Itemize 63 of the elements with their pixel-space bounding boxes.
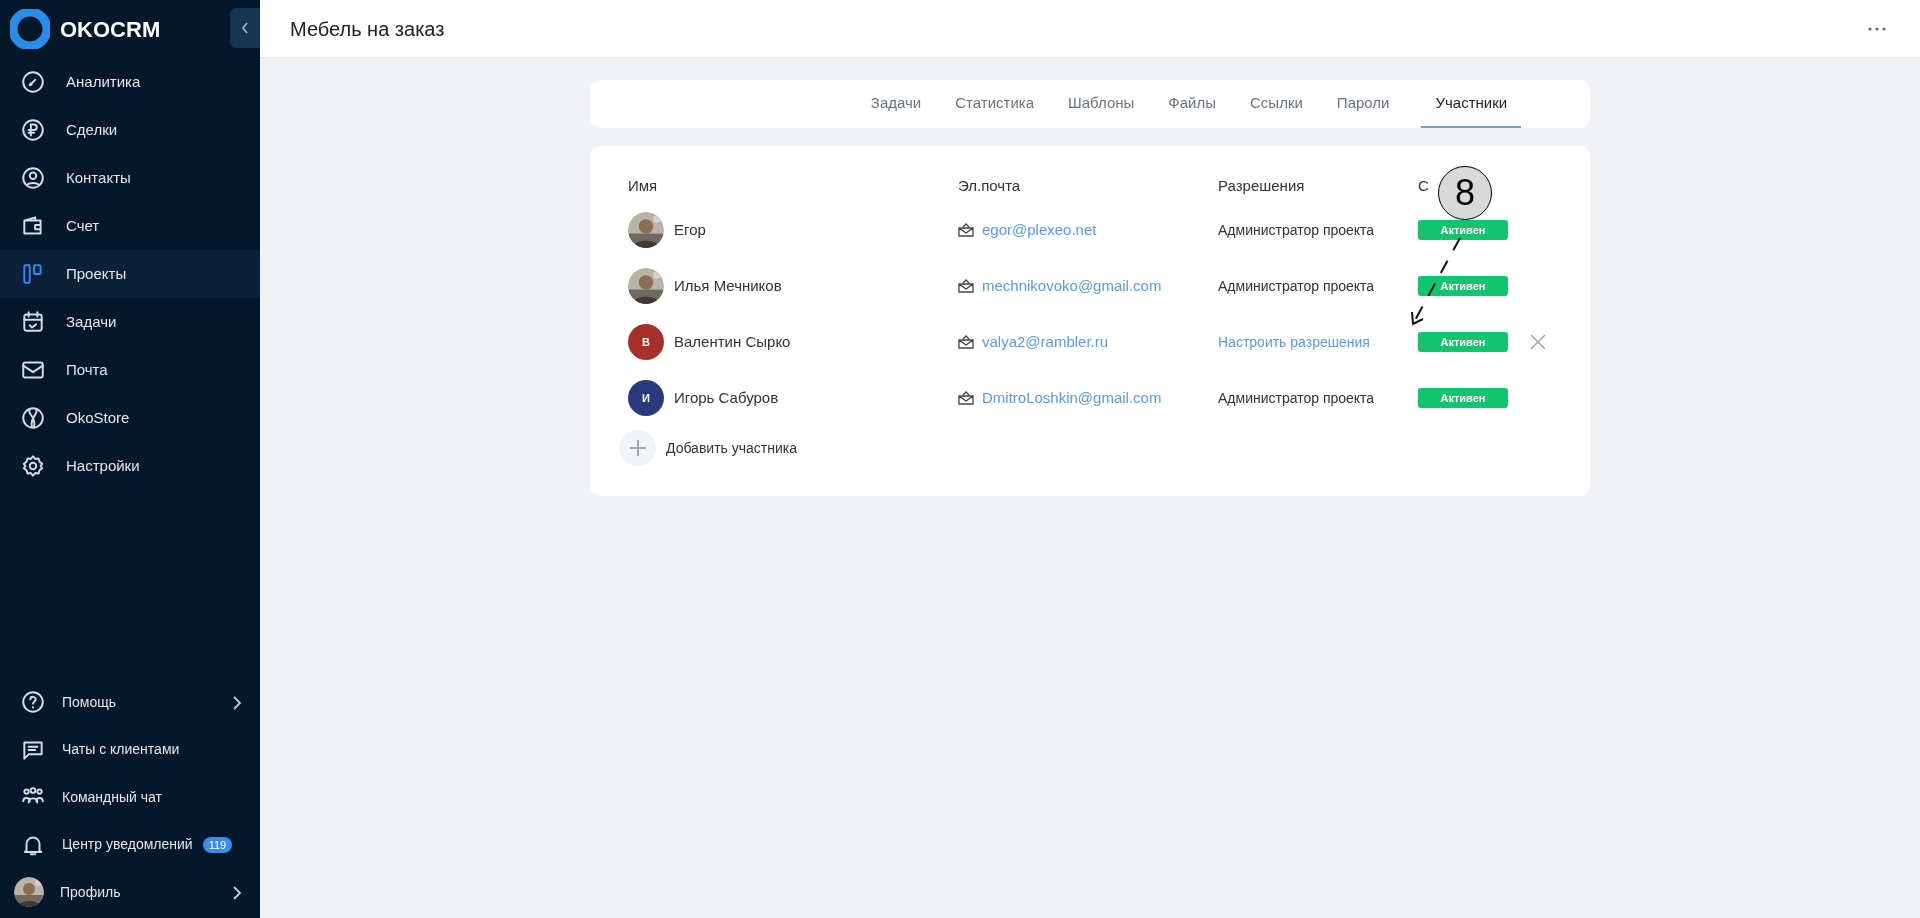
logo-icon <box>10 9 50 49</box>
nav-item[interactable]: Аналитика <box>0 58 260 106</box>
permission-text: Администратор проекта <box>1218 388 1376 408</box>
plus-icon <box>620 430 656 466</box>
permission-text: Администратор проекта <box>1218 220 1376 240</box>
avatar: И <box>628 380 664 416</box>
status-badge: Активен <box>1418 276 1508 296</box>
nav-item[interactable]: Помощь <box>0 678 260 726</box>
tab[interactable]: Задачи <box>868 80 924 128</box>
nav-item[interactable]: Задачи <box>0 298 260 346</box>
tab[interactable]: Ссылки <box>1248 80 1305 128</box>
nav-item[interactable]: OkoStore <box>0 394 260 442</box>
nav-item[interactable]: Профиль <box>0 868 260 916</box>
tab[interactable]: Шаблоны <box>1066 80 1137 128</box>
nav-item[interactable]: Чаты с клиентами <box>0 726 260 774</box>
more-icon <box>1868 26 1886 31</box>
column-header: С <box>1418 176 1429 194</box>
page-title: Мебель на заказ <box>290 16 445 42</box>
status-badge: Активен <box>1418 388 1508 408</box>
chevron-left-icon <box>241 21 249 35</box>
remove-button[interactable] <box>1528 332 1548 352</box>
tab[interactable]: Файлы <box>1166 80 1219 128</box>
column-header: Эл.почта <box>958 176 1021 194</box>
nav-item[interactable]: Центр уведомлений 119 <box>0 821 260 869</box>
nav-item[interactable]: Почта <box>0 346 260 394</box>
column-header: Имя <box>628 176 658 194</box>
user-icon <box>20 165 46 191</box>
avatar: В <box>628 324 664 360</box>
settings-icon <box>20 453 46 479</box>
close-icon <box>1530 334 1546 350</box>
column-header: Разрешения <box>1218 176 1305 194</box>
nav-item[interactable]: Командный чат <box>0 773 260 821</box>
callout-number: 8 <box>1438 166 1492 220</box>
brand-name: OKOCRM <box>60 15 161 44</box>
permission-text: Администратор проекта <box>1218 276 1376 296</box>
member-name: Игорь Сабуров <box>674 387 779 408</box>
notification-badge: 119 <box>202 836 233 853</box>
member-name: Илья Мечников <box>674 275 782 296</box>
calendar-icon <box>20 309 46 335</box>
nav-item[interactable]: Счет <box>0 202 260 250</box>
mail-icon <box>958 391 974 405</box>
tab[interactable]: Пароли <box>1334 80 1392 128</box>
help-icon <box>20 689 46 716</box>
ruble-icon <box>20 117 46 143</box>
gauge-icon <box>20 69 46 95</box>
mail-icon <box>958 279 974 293</box>
store-icon <box>20 405 46 431</box>
member-name: Егор <box>674 219 706 240</box>
tab[interactable]: Статистика <box>953 80 1036 128</box>
collapse-button[interactable] <box>230 8 260 48</box>
mail-icon <box>958 335 974 349</box>
mail-icon <box>958 223 974 237</box>
status-badge: Активен <box>1418 220 1508 240</box>
chevron-icon <box>232 694 242 711</box>
nav-item[interactable]: Настройки <box>0 442 260 490</box>
nav-item[interactable]: Проекты <box>0 250 260 298</box>
status-badge: Активен <box>1418 332 1508 352</box>
nav-item[interactable]: Сделки <box>0 106 260 154</box>
nav-item[interactable]: Контакты <box>0 154 260 202</box>
member-name: Валентин Сырко <box>674 331 791 352</box>
chevron-icon <box>232 884 242 901</box>
tab[interactable]: Участники <box>1421 80 1522 128</box>
add-member-button[interactable]: Добавить участника <box>620 430 798 466</box>
